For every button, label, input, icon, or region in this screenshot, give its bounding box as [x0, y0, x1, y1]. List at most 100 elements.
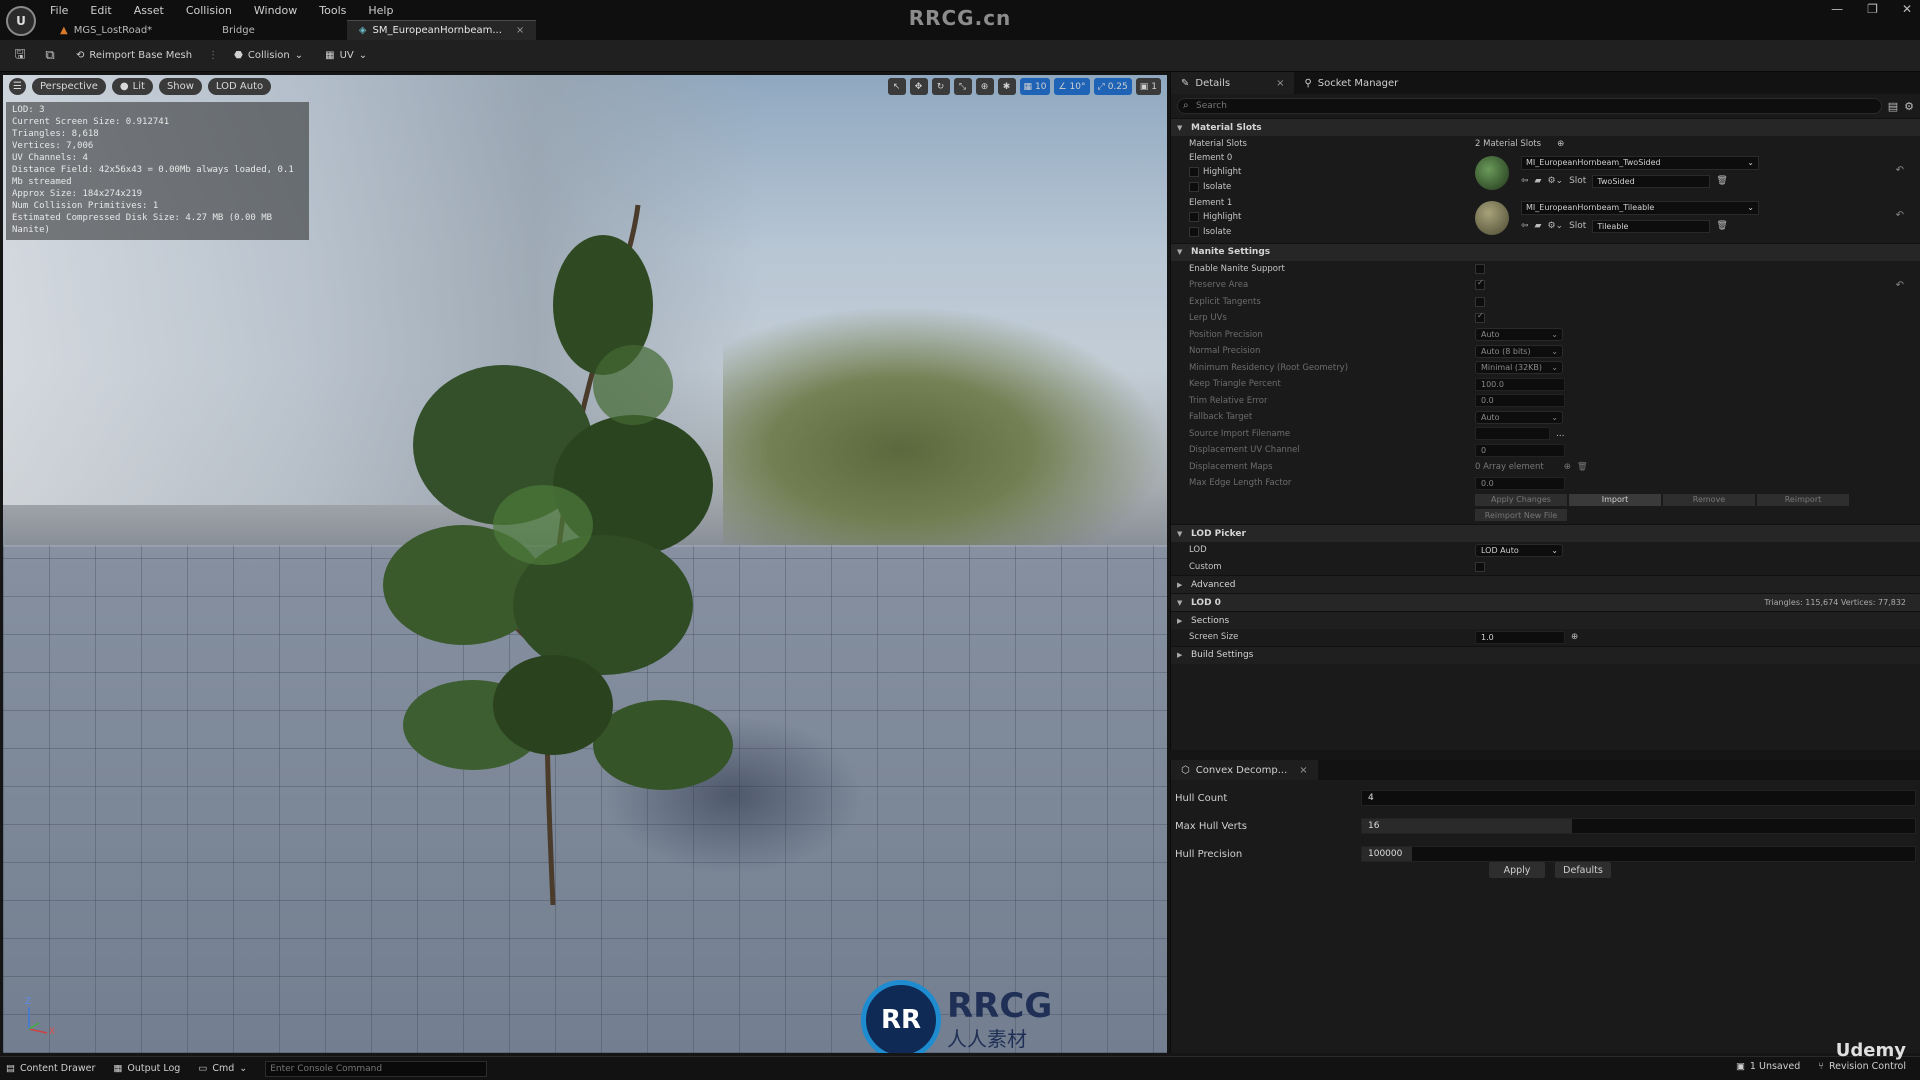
use-selected-icon[interactable]: ⇦ — [1521, 176, 1529, 186]
scale-icon[interactable]: ⤡ — [953, 78, 972, 95]
hull-count-slider[interactable]: 4 — [1361, 790, 1916, 806]
explicit-tangents-checkbox[interactable] — [1475, 296, 1485, 307]
material-options-icon[interactable]: ⚙⌄ — [1547, 221, 1563, 231]
apply-changes-button[interactable]: Apply Changes — [1475, 493, 1567, 506]
category-build-settings[interactable]: ▶ Build Settings — [1171, 645, 1920, 664]
surface-snap-icon[interactable]: ✱ — [997, 78, 1016, 95]
tab-static-mesh[interactable]: ◈ SM_EuropeanHornbeam... × — [346, 20, 537, 40]
custom-checkbox[interactable] — [1475, 561, 1485, 572]
unsaved-button[interactable]: ▣ 1 Unsaved — [1736, 1061, 1800, 1072]
cmd-dropdown[interactable]: ▭ Cmd ⌄ — [198, 1063, 247, 1074]
restore-icon[interactable]: ❐ — [1867, 2, 1878, 16]
unreal-logo-icon[interactable]: U — [6, 6, 36, 36]
output-log-button[interactable]: ▦ Output Log — [113, 1063, 180, 1074]
close-tab-icon[interactable]: × — [1236, 78, 1284, 89]
highlight-checkbox[interactable] — [1189, 211, 1199, 222]
world-space-icon[interactable]: ⊕ — [975, 78, 994, 95]
reimport-new-file-button[interactable]: Reimport New File — [1475, 509, 1567, 521]
category-advanced[interactable]: ▶ Advanced — [1171, 575, 1920, 593]
remove-button[interactable]: Remove — [1663, 493, 1755, 506]
close-icon[interactable]: ✕ — [1902, 2, 1912, 16]
select-mode-icon[interactable]: ↖ — [887, 78, 906, 95]
trim-error-field[interactable]: 0.0 — [1475, 394, 1565, 408]
save-icon[interactable]: 🖫 — [10, 46, 30, 66]
angle-snap-toggle[interactable]: ∠ 10° — [1054, 78, 1090, 95]
console-command-input[interactable] — [265, 1060, 488, 1077]
category-sections[interactable]: ▶ Sections — [1171, 611, 1920, 629]
category-material-slots[interactable]: ▼ Material Slots — [1171, 118, 1920, 136]
menu-edit[interactable]: Edit — [88, 2, 113, 19]
slot-name-field[interactable]: TwoSided — [1592, 174, 1711, 188]
menu-help[interactable]: Help — [366, 2, 395, 19]
add-icon[interactable]: ⊕ — [1571, 632, 1578, 642]
browse-ellipsis-icon[interactable]: … — [1556, 429, 1565, 439]
slot-name-field[interactable]: Tileable — [1592, 219, 1711, 233]
screen-size-field[interactable]: 1.0 — [1475, 630, 1565, 644]
reimport-button[interactable]: Reimport — [1757, 493, 1849, 506]
lod-dropdown[interactable]: LOD Auto ⌄ — [1475, 543, 1563, 557]
tab-level[interactable]: ▲ MGS_LostRoad* — [48, 20, 164, 40]
browse-folder-icon[interactable]: ▰ — [1535, 221, 1542, 231]
delete-icon[interactable]: 🗑 — [1577, 462, 1588, 472]
menu-collision[interactable]: Collision — [184, 2, 234, 19]
scale-snap-toggle[interactable]: ⤢ 0.25 — [1093, 78, 1132, 95]
kebab-icon[interactable]: ⋮ — [208, 50, 218, 61]
hamburger-icon[interactable]: ☰ — [9, 78, 26, 95]
reset-arrow-icon[interactable]: ↶ — [1896, 165, 1904, 176]
tab-details[interactable]: ✎ Details × — [1171, 72, 1295, 94]
normal-precision-dropdown[interactable]: Auto (8 bits) ⌄ — [1475, 344, 1563, 358]
reset-arrow-icon[interactable]: ↶ — [1896, 210, 1904, 221]
browse-folder-icon[interactable]: ▰ — [1535, 176, 1542, 186]
delete-icon[interactable]: 🗑 — [1716, 221, 1727, 231]
min-residency-dropdown[interactable]: Minimal (32KB) ⌄ — [1475, 361, 1563, 375]
close-tab-icon[interactable]: × — [516, 25, 524, 36]
revision-control-button[interactable]: ⑂ Revision Control — [1818, 1061, 1906, 1072]
enable-nanite-checkbox[interactable] — [1475, 263, 1485, 274]
add-element-icon[interactable]: ⊕ — [1564, 462, 1571, 472]
source-import-field[interactable] — [1475, 427, 1550, 441]
rotate-icon[interactable]: ↻ — [931, 78, 950, 95]
hull-precision-slider[interactable]: 100000 — [1361, 846, 1916, 862]
max-hull-verts-slider[interactable]: 16 — [1361, 818, 1916, 834]
apply-button[interactable]: Apply — [1489, 862, 1545, 878]
import-button[interactable]: Import — [1569, 493, 1661, 506]
perspective-button[interactable]: Perspective — [32, 78, 106, 95]
menu-asset[interactable]: Asset — [132, 2, 166, 19]
disp-uv-field[interactable]: 0 — [1475, 443, 1565, 457]
category-lod-0[interactable]: ▼ LOD 0 Triangles: 115,674 Vertices: 77,… — [1171, 593, 1920, 611]
isolate-checkbox[interactable] — [1189, 226, 1199, 237]
keep-triangle-field[interactable]: 100.0 — [1475, 377, 1565, 391]
content-drawer-button[interactable]: ▤ Content Drawer — [6, 1063, 95, 1074]
material-thumbnail[interactable] — [1475, 200, 1509, 235]
category-lod-picker[interactable]: ▼ LOD Picker — [1171, 524, 1920, 542]
grid-snap-toggle[interactable]: ▦ 10 — [1019, 78, 1051, 95]
menu-tools[interactable]: Tools — [317, 2, 348, 19]
translate-icon[interactable]: ✥ — [909, 78, 928, 95]
fallback-target-dropdown[interactable]: Auto ⌄ — [1475, 410, 1563, 424]
category-nanite-settings[interactable]: ▼ Nanite Settings — [1171, 242, 1920, 261]
tab-socket-manager[interactable]: ⚲ Socket Manager — [1294, 72, 1408, 94]
lod-auto-button[interactable]: LOD Auto — [207, 78, 272, 95]
lit-button[interactable]: ● Lit — [111, 78, 153, 95]
close-tab-icon[interactable]: × — [1299, 765, 1307, 776]
position-precision-dropdown[interactable]: Auto ⌄ — [1475, 328, 1563, 342]
menu-window[interactable]: Window — [252, 2, 299, 19]
details-search-input[interactable] — [1177, 98, 1882, 114]
material-thumbnail[interactable] — [1475, 155, 1509, 190]
material-options-icon[interactable]: ⚙⌄ — [1547, 176, 1563, 186]
table-view-icon[interactable]: ▤ — [1888, 100, 1898, 113]
show-button[interactable]: Show — [158, 78, 202, 95]
settings-gear-icon[interactable]: ⚙ — [1904, 100, 1914, 113]
use-selected-icon[interactable]: ⇦ — [1521, 221, 1529, 231]
material-picker[interactable]: MI_EuropeanHornbeam_TwoSided ⌄ — [1521, 155, 1759, 170]
add-slot-icon[interactable]: ⊕ — [1557, 139, 1564, 149]
highlight-checkbox[interactable] — [1189, 166, 1199, 177]
material-picker[interactable]: MI_EuropeanHornbeam_Tileable ⌄ — [1521, 200, 1759, 215]
reset-arrow-icon[interactable]: ↶ — [1896, 280, 1904, 291]
camera-speed-button[interactable]: ▣ 1 — [1135, 78, 1161, 95]
max-edge-field[interactable]: 0.0 — [1475, 476, 1565, 490]
browse-icon[interactable]: ⧉ — [40, 46, 60, 66]
uv-dropdown[interactable]: ▦ UV ⌄ — [319, 48, 373, 63]
reimport-button[interactable]: ⟲ Reimport Base Mesh — [70, 48, 198, 63]
tab-convex-decomp[interactable]: ⬡ Convex Decomp... × — [1171, 760, 1318, 780]
